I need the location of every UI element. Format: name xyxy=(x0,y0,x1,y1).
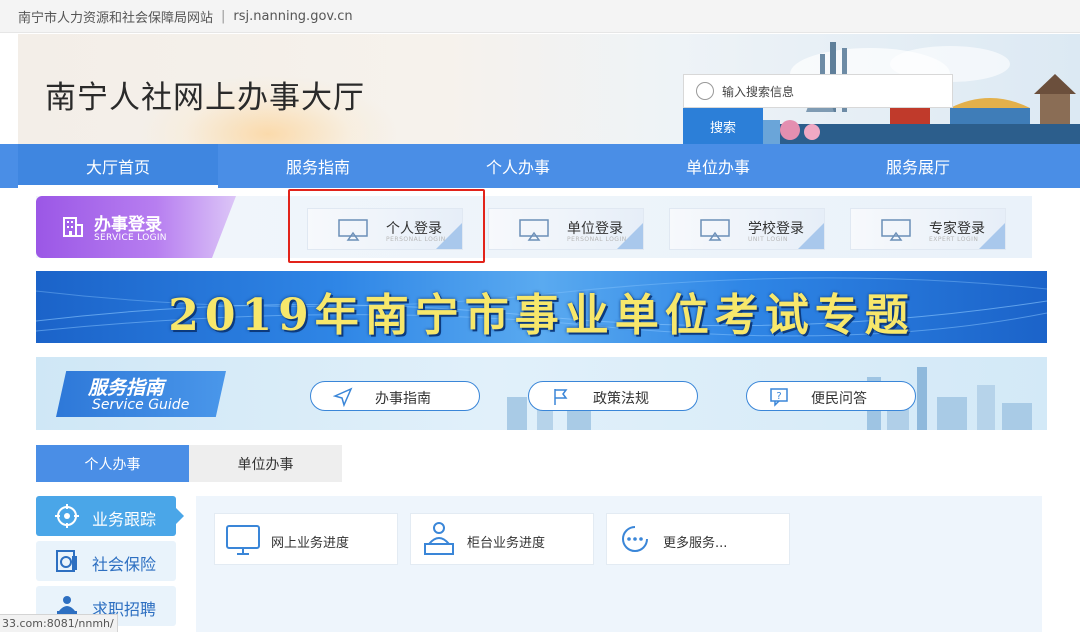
question-chat-icon: ? xyxy=(770,388,788,407)
monitor-icon xyxy=(226,525,260,555)
monitor-icon xyxy=(519,219,549,241)
nav-item-personal[interactable]: 个人办事 xyxy=(418,144,618,188)
service-guide-title: 服务指南 xyxy=(88,377,165,399)
login-card-label: 单位登录 xyxy=(567,221,623,237)
login-badge-title: 办事登录 xyxy=(94,215,162,235)
search-placeholder: 输入搜索信息 xyxy=(722,84,795,99)
login-card-sub: UNIT LOGIN xyxy=(748,236,788,243)
nav-item-home[interactable]: 大厅首页 xyxy=(18,144,218,188)
search-input[interactable]: 输入搜索信息 xyxy=(683,74,953,108)
login-card-label: 学校登录 xyxy=(748,221,804,237)
login-badge-subtitle: SERVICE LOGIN xyxy=(94,233,167,243)
guide-link-label: 办事指南 xyxy=(375,391,431,407)
browser-status-url: 33.com:8081/nnmh/ xyxy=(0,614,118,632)
nav-item-showroom[interactable]: 服务展厅 xyxy=(818,144,1018,188)
separator: | xyxy=(221,8,226,24)
card-corner-decoration xyxy=(617,223,643,249)
send-arrow-icon xyxy=(333,387,353,407)
login-badge: 办事登录 SERVICE LOGIN xyxy=(36,196,236,258)
sidebar-item-label: 社会保险 xyxy=(92,555,157,574)
target-icon xyxy=(55,504,79,528)
login-card-label: 专家登录 xyxy=(929,221,985,237)
online-progress-button[interactable]: 网上业务进度 xyxy=(214,513,398,565)
expert-login-button[interactable]: 专家登录 EXPERT LOGIN xyxy=(850,208,1006,250)
svg-text:?: ? xyxy=(776,391,781,402)
school-login-button[interactable]: 学校登录 UNIT LOGIN xyxy=(669,208,825,250)
exam-banner-title: 2019年南宁市事业单位考试专题 xyxy=(168,290,915,341)
service-label: 柜台业务进度 xyxy=(467,536,546,551)
monitor-icon xyxy=(700,219,730,241)
service-label: 更多服务... xyxy=(663,536,728,551)
tab-unit-affairs[interactable]: 单位办事 xyxy=(189,445,342,482)
more-services-button[interactable]: 更多服务... xyxy=(606,513,790,565)
sidebar-item-social-insurance[interactable]: 社会保险 xyxy=(36,541,176,581)
site-name: 南宁市人力资源和社会保障局网站 xyxy=(18,10,214,26)
service-label: 网上业务进度 xyxy=(271,536,350,551)
monitor-icon xyxy=(881,219,911,241)
guide-link-qa[interactable]: ? 便民问答 xyxy=(746,381,916,411)
service-guide-subtitle: Service Guide xyxy=(92,397,190,413)
guide-link-affairs[interactable]: 办事指南 xyxy=(310,381,480,411)
counter-clerk-icon xyxy=(424,522,454,555)
more-dots-icon xyxy=(622,526,648,552)
insurance-card-icon xyxy=(56,550,77,572)
nav-item-service-guide[interactable]: 服务指南 xyxy=(218,144,418,188)
guide-link-policy[interactable]: 政策法规 xyxy=(528,381,698,411)
exam-topic-banner[interactable]: 2019年南宁市事业单位考试专题 xyxy=(36,271,1047,343)
site-domain: rsj.nanning.gov.cn xyxy=(233,8,353,24)
page-title: 南宁人社网上办事大厅 xyxy=(45,80,365,116)
building-icon xyxy=(63,217,83,237)
service-guide-tag: 服务指南 Service Guide xyxy=(56,371,226,417)
guide-link-label: 政策法规 xyxy=(593,391,649,407)
nav-item-unit[interactable]: 单位办事 xyxy=(618,144,818,188)
top-info-bar: 南宁市人力资源和社会保障局网站 | rsj.nanning.gov.cn xyxy=(0,0,1080,33)
flag-icon xyxy=(554,389,568,405)
card-corner-decoration xyxy=(798,223,824,249)
tab-personal-affairs[interactable]: 个人办事 xyxy=(36,445,189,482)
login-card-sub: EXPERT LOGIN xyxy=(929,236,979,243)
search-icon xyxy=(696,82,714,100)
unit-login-button[interactable]: 单位登录 PERSONAL LOGIN xyxy=(488,208,644,250)
service-tabs: 个人办事 单位办事 xyxy=(36,445,342,482)
main-nav: 大厅首页 服务指南 个人办事 单位办事 服务展厅 xyxy=(0,144,1080,188)
counter-progress-button[interactable]: 柜台业务进度 xyxy=(410,513,594,565)
sidebar-item-label: 业务跟踪 xyxy=(92,510,157,529)
guide-link-label: 便民问答 xyxy=(811,391,867,407)
search-button[interactable]: 搜索 xyxy=(683,108,763,144)
sidebar-item-business-tracking[interactable]: 业务跟踪 xyxy=(36,496,184,536)
highlight-box xyxy=(288,189,485,263)
card-corner-decoration xyxy=(979,223,1005,249)
